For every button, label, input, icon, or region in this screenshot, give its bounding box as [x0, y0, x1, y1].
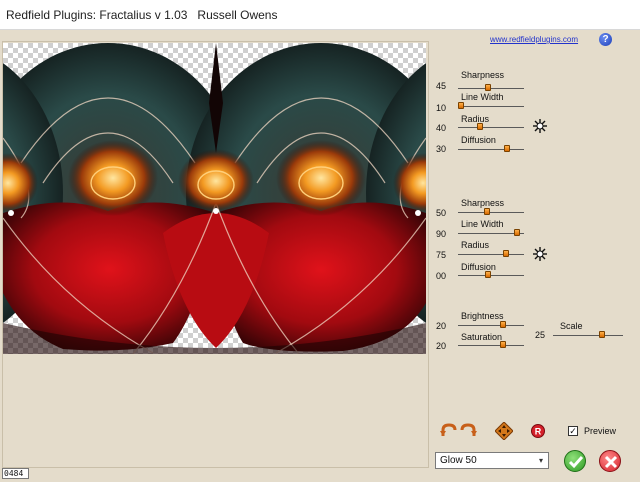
- randomize-sun-icon[interactable]: [533, 119, 547, 133]
- preset-dropdown[interactable]: Glow 50 ▾: [435, 452, 549, 469]
- g1-sharpness-label: Sharpness: [461, 70, 505, 80]
- cancel-button[interactable]: [599, 450, 621, 472]
- g1-radius-thumb[interactable]: [476, 123, 483, 130]
- preview-image[interactable]: [3, 43, 426, 354]
- saturation-track[interactable]: [458, 345, 524, 346]
- g1-sharpness-thumb[interactable]: [484, 84, 491, 91]
- randomize-sun-icon-2[interactable]: [533, 247, 547, 261]
- g1-linewidth-track[interactable]: [458, 106, 524, 107]
- g1-sharpness-value: 45: [436, 81, 447, 91]
- help-icon[interactable]: ?: [599, 33, 612, 46]
- scale-value: 25: [535, 330, 546, 340]
- checkmark-icon: [568, 456, 584, 469]
- g1-radius-label: Radius: [461, 114, 490, 124]
- ok-button[interactable]: [564, 450, 586, 472]
- g1-radius-track[interactable]: [458, 127, 524, 128]
- brightness-value: 20: [436, 321, 447, 331]
- saturation-label: Saturation: [461, 332, 503, 342]
- g1-radius-value: 40: [436, 123, 447, 133]
- g2-diffusion-track[interactable]: [458, 275, 524, 276]
- g1-radius-control: Radius 40: [436, 114, 536, 136]
- g1-linewidth-value: 10: [436, 103, 447, 113]
- preview-checkbox[interactable]: ✓: [568, 426, 578, 436]
- g2-sharpness-control: Sharpness 50: [436, 198, 536, 220]
- g2-sharpness-track[interactable]: [458, 212, 524, 213]
- g2-radius-track[interactable]: [458, 254, 524, 255]
- g2-radius-thumb[interactable]: [502, 250, 509, 257]
- g2-diffusion-thumb[interactable]: [484, 271, 491, 278]
- window-title: Redfield Plugins: Fractalius v 1.03 Russ…: [6, 8, 278, 22]
- status-readout: 0484: [2, 468, 29, 479]
- chevron-down-icon: ▾: [538, 456, 543, 465]
- g2-radius-label: Radius: [461, 240, 490, 250]
- close-icon: [604, 455, 618, 469]
- saturation-thumb[interactable]: [499, 341, 506, 348]
- g1-sharpness-control: Sharpness 45: [436, 70, 536, 92]
- undo-arrow-icon[interactable]: [440, 423, 458, 437]
- g2-diffusion-value: 00: [436, 271, 447, 281]
- preset-value: Glow 50: [440, 455, 477, 466]
- g2-radius-control: Radius 75: [436, 240, 536, 262]
- brightness-thumb[interactable]: [499, 321, 506, 328]
- g1-linewidth-thumb[interactable]: [458, 102, 465, 109]
- reset-r-icon[interactable]: R: [531, 424, 545, 438]
- scale-control: Scale 25: [535, 321, 635, 343]
- svg-text:R: R: [535, 427, 542, 437]
- g2-linewidth-value: 90: [436, 229, 447, 239]
- saturation-control: Saturation 20: [436, 332, 536, 354]
- g1-linewidth-control: Line Width 10: [436, 92, 536, 114]
- g2-sharpness-value: 50: [436, 208, 447, 218]
- g1-sharpness-track[interactable]: [458, 88, 524, 89]
- g2-linewidth-control: Line Width 90: [436, 219, 536, 241]
- scale-track[interactable]: [553, 335, 623, 336]
- g2-linewidth-thumb[interactable]: [514, 229, 521, 236]
- redo-arrow-icon[interactable]: [459, 423, 477, 437]
- g2-radius-value: 75: [436, 250, 447, 260]
- brightness-control: Brightness 20: [436, 311, 536, 333]
- g1-diffusion-value: 30: [436, 144, 447, 154]
- g1-diffusion-label: Diffusion: [461, 135, 496, 145]
- g1-diffusion-track[interactable]: [458, 149, 524, 150]
- saturation-value: 20: [436, 341, 447, 351]
- title-bar: Redfield Plugins: Fractalius v 1.03 Russ…: [0, 0, 640, 30]
- fractal-render: [3, 43, 426, 354]
- g2-sharpness-label: Sharpness: [461, 198, 505, 208]
- scale-label: Scale: [560, 321, 583, 331]
- g1-diffusion-thumb[interactable]: [503, 145, 510, 152]
- g1-linewidth-label: Line Width: [461, 92, 504, 102]
- g2-diffusion-control: Diffusion 00: [436, 262, 536, 284]
- website-link[interactable]: www.redfieldplugins.com: [490, 35, 578, 44]
- g1-diffusion-control: Diffusion 30: [436, 135, 536, 157]
- move-diamond-icon[interactable]: [495, 422, 513, 440]
- g2-linewidth-label: Line Width: [461, 219, 504, 229]
- brightness-track[interactable]: [458, 325, 524, 326]
- brightness-label: Brightness: [461, 311, 504, 321]
- scale-thumb[interactable]: [599, 331, 605, 338]
- g2-sharpness-thumb[interactable]: [484, 208, 491, 215]
- preview-label: Preview: [584, 426, 617, 436]
